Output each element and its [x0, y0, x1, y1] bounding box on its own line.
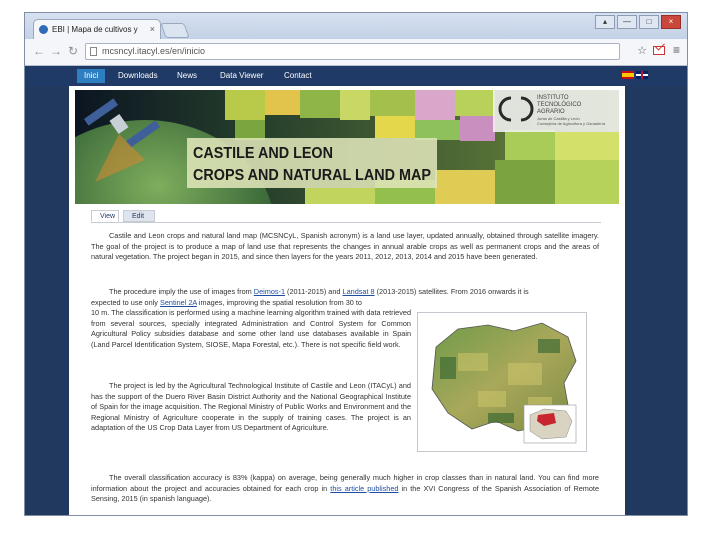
nav-inici[interactable]: Inici — [77, 69, 106, 83]
p2-text-4: expected to use only — [91, 297, 160, 307]
article-link[interactable]: this article published — [330, 484, 398, 493]
page-icon — [90, 47, 97, 56]
new-tab-button[interactable] — [160, 23, 190, 38]
p2-text-1: The procedure imply the use of images fr… — [109, 287, 254, 296]
forward-arrow-icon[interactable]: → — [50, 44, 62, 58]
paragraph-project: The project is led by the Agricultural T… — [91, 381, 411, 434]
banner-title-line-1: CASTILE AND LEON — [193, 145, 333, 162]
logo-name-line-1: INSTITUTO — [537, 95, 569, 101]
spanish-flag-icon[interactable] — [622, 71, 634, 79]
page-viewport: Inici Downloads News Data Viewer Contact — [25, 66, 687, 515]
tab-close-icon[interactable]: × — [150, 20, 155, 39]
paragraph-1: Castile and Leon crops and natural land … — [91, 231, 599, 261]
paragraph-accuracy: The overall classification accuracy is 8… — [91, 473, 599, 505]
p2-text-rest: 10 m. The classification is performed us… — [91, 308, 411, 349]
region-map-image — [417, 312, 587, 452]
nav-downloads[interactable]: Downloads — [111, 69, 165, 83]
content-column: INSTITUTO TECNOLÓGICO AGRARIO Junta de C… — [69, 86, 625, 515]
paragraph-3: The project is led by the Agricultural T… — [91, 381, 411, 432]
address-bar[interactable]: mcsncyl.itacyl.es/en/inicio — [85, 43, 620, 60]
logo-name-line-3: AGRARIO — [537, 109, 565, 115]
nav-contact[interactable]: Contact — [277, 69, 319, 83]
nav-data-viewer[interactable]: Data Viewer — [213, 69, 270, 83]
window-controls: ▴ — □ × — [595, 15, 681, 29]
bookmark-star-icon[interactable]: ☆ — [637, 44, 647, 57]
tab-view[interactable]: View — [91, 210, 119, 222]
logo-name-line-2: TECNOLÓGICO — [537, 101, 582, 108]
banner-title-line-2: CROPS AND NATURAL LAND MAP — [193, 167, 431, 184]
p2-text-3: (2013-2015) satellites. From 2016 onward… — [374, 287, 529, 296]
paragraph-intro: Castile and Leon crops and natural land … — [91, 231, 599, 263]
site-favicon-icon — [39, 25, 48, 34]
landsat-link[interactable]: Landsat 8 — [343, 287, 375, 296]
minimize-icon[interactable]: — — [617, 15, 637, 29]
logo-sub-line-2: Consejería de Agricultura y Ganadería — [537, 121, 606, 126]
tab-title: EBI | Mapa de cultivos y — [52, 25, 138, 34]
p2-text-2: (2011-2015) and — [285, 287, 343, 296]
tab-edit[interactable]: Edit — [123, 210, 155, 222]
tabs-divider — [91, 222, 601, 223]
header-banner: INSTITUTO TECNOLÓGICO AGRARIO Junta de C… — [75, 90, 619, 204]
close-window-icon[interactable]: × — [661, 15, 681, 29]
nav-news[interactable]: News — [170, 69, 204, 83]
browser-toolbar: ← → ↻ mcsncyl.itacyl.es/en/inicio ☆ ≡ — [25, 39, 687, 66]
reload-icon[interactable]: ↻ — [68, 44, 78, 58]
back-arrow-icon[interactable]: ← — [33, 44, 45, 58]
paragraph-procedure: The procedure imply the use of images fr… — [91, 287, 599, 308]
site-navbar: Inici Downloads News Data Viewer Contact — [25, 66, 687, 86]
window-user-icon[interactable]: ▴ — [595, 15, 615, 29]
gmail-icon[interactable] — [653, 46, 665, 55]
sentinel-link[interactable]: Sentinel 2A — [160, 298, 197, 307]
deimos-link[interactable]: Deimos-1 — [254, 287, 285, 296]
browser-tab[interactable]: EBI | Mapa de cultivos y × — [33, 19, 161, 39]
address-url: mcsncyl.itacyl.es/en/inicio — [102, 46, 206, 56]
english-flag-icon[interactable] — [636, 71, 648, 79]
browser-titlebar: EBI | Mapa de cultivos y × ▴ — □ × — [25, 13, 687, 39]
browser-window: EBI | Mapa de cultivos y × ▴ — □ × ← → ↻… — [24, 12, 688, 516]
maximize-icon[interactable]: □ — [639, 15, 659, 29]
browser-menu-icon[interactable]: ≡ — [673, 43, 680, 57]
p2-text-5: images, improving the spatial resolution… — [196, 297, 362, 307]
paragraph-classification: 10 m. The classification is performed us… — [91, 308, 411, 350]
